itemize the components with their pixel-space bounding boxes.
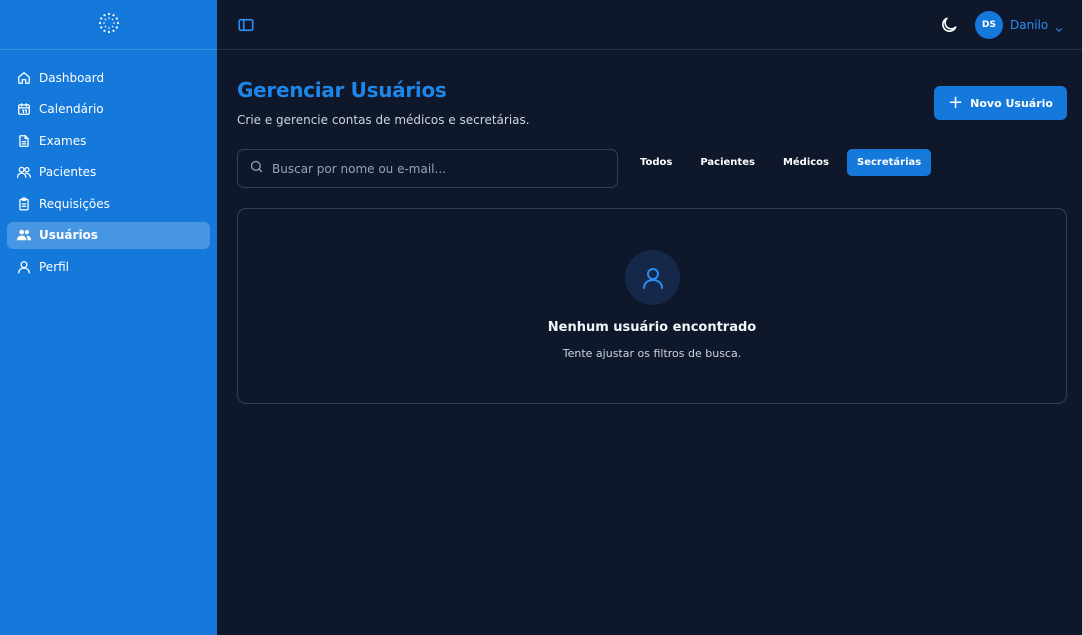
search-input[interactable] — [272, 161, 592, 176]
sidebar-item-label: Calendário — [39, 102, 104, 116]
sidebar: Dashboard Calendário Exames Pacientes Re… — [0, 0, 217, 635]
filter-pacientes[interactable]: Pacientes — [690, 149, 765, 176]
search-icon — [249, 159, 264, 178]
sidebar-item-label: Usuários — [39, 228, 98, 242]
sidebar-item-dashboard[interactable]: Dashboard — [7, 64, 210, 91]
sidebar-item-exames[interactable]: Exames — [7, 127, 210, 154]
sidebar-item-label: Pacientes — [39, 165, 97, 179]
sidebar-item-label: Dashboard — [39, 70, 105, 85]
sidebar-item-pacientes[interactable]: Pacientes — [7, 159, 210, 186]
filter-secretarias[interactable]: Secretárias — [847, 149, 932, 176]
user-name: Danilo — [1010, 18, 1049, 32]
sidebar-item-perfil[interactable]: Perfil — [7, 253, 210, 280]
empty-state-title: Nenhum usuário encontrado — [547, 320, 757, 335]
sidebar-item-label: Perfil — [39, 259, 70, 274]
home-icon — [17, 71, 31, 85]
topbar: DS Danilo — [217, 0, 1082, 50]
sidebar-item-calendario[interactable]: Calendário — [7, 96, 210, 123]
chevron-down-icon — [1054, 20, 1064, 32]
filter-todos[interactable]: Todos — [630, 149, 682, 176]
filter-tabs: Todos Pacientes Médicos Secretárias — [630, 149, 939, 176]
user-menu[interactable]: DS Danilo — [975, 11, 1064, 39]
sidebar-nav: Dashboard Calendário Exames Pacientes Re… — [0, 50, 217, 280]
page-subtitle: Crie e gerencie contas de médicos e secr… — [237, 113, 530, 127]
plus-icon: + — [948, 92, 964, 113]
user-icon — [17, 260, 31, 274]
moon-icon[interactable] — [939, 15, 959, 35]
users-icon — [17, 165, 31, 179]
empty-state-card: Nenhum usuário encontrado Tente ajustar … — [237, 208, 1067, 404]
panel-left-icon[interactable] — [237, 16, 255, 34]
sidebar-item-label: Exames — [39, 133, 87, 148]
avatar: DS — [975, 11, 1003, 39]
new-user-button[interactable]: + Novo Usuário — [934, 86, 1067, 120]
sidebar-item-requisicoes[interactable]: Requisições — [7, 190, 210, 217]
empty-state-subtitle: Tente ajustar os filtros de busca. — [562, 347, 742, 360]
users-group-icon — [17, 228, 31, 242]
search-box[interactable] — [237, 149, 618, 188]
new-user-button-label: Novo Usuário — [970, 96, 1053, 110]
logo-icon — [98, 12, 120, 38]
page-title: Gerenciar Usuários — [237, 78, 447, 102]
sidebar-item-label: Requisições — [39, 196, 110, 211]
sidebar-item-usuarios[interactable]: Usuários — [7, 221, 210, 249]
logo-area — [0, 0, 217, 50]
filter-medicos[interactable]: Médicos — [773, 149, 839, 176]
clipboard-icon — [17, 197, 31, 211]
calendar-icon — [17, 102, 31, 116]
file-icon — [17, 134, 31, 148]
user-icon — [625, 250, 680, 305]
